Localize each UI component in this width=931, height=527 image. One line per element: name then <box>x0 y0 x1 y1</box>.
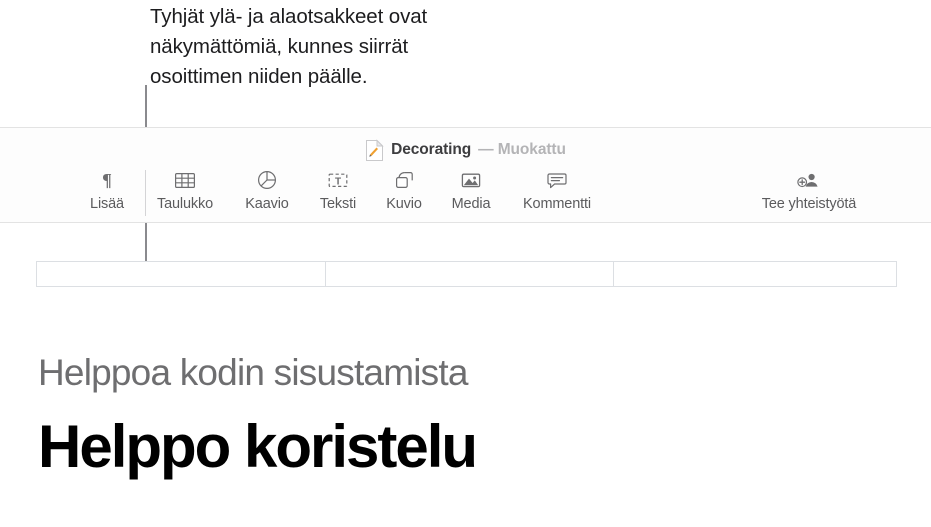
toolbar-label-kommentti: Kommentti <box>523 196 591 212</box>
toolbar-label-teksti: Teksti <box>319 196 357 212</box>
toolbar-button-row: ¶ Lisää Taulukko Kaavio T Teksti Kuvio M… <box>0 166 931 222</box>
add-person-icon <box>796 166 822 194</box>
toolbar-label-kaavio: Kaavio <box>245 196 289 212</box>
header-field-center[interactable] <box>325 262 613 286</box>
window-titlebar: Decorating — Muokattu <box>0 137 931 163</box>
callout-line-2: näkymättömiä, kunnes siirrät <box>150 35 409 58</box>
toolbar-label-tee-yhteistyota: Tee yhteistyötä <box>761 196 857 212</box>
document-status: — Muokattu <box>478 141 566 158</box>
document-header-fields <box>36 261 897 287</box>
document-heading[interactable]: Helppo koristelu <box>38 412 478 481</box>
toolbar-button-tee-yhteistyota[interactable]: Tee yhteistyötä <box>729 166 889 222</box>
toolbar-label-taulukko: Taulukko <box>156 196 214 212</box>
media-photo-icon <box>459 166 483 194</box>
toolbar-button-media[interactable]: Media <box>428 166 514 222</box>
text-box-icon: T <box>326 166 350 194</box>
header-field-right[interactable] <box>613 262 896 286</box>
svg-text:T: T <box>335 176 341 187</box>
app-toolbar: Decorating — Muokattu ¶ Lisää Taulukko K… <box>0 127 931 223</box>
document-title: Decorating <box>391 141 472 158</box>
callout-annotation-text: Tyhjät ylä- ja alaotsakkeet ovat näkymät… <box>150 2 590 92</box>
table-icon <box>173 166 197 194</box>
toolbar-label-kuvio: Kuvio <box>386 196 422 212</box>
svg-text:¶: ¶ <box>102 170 112 190</box>
toolbar-button-taulukko[interactable]: Taulukko <box>142 166 228 222</box>
header-field-left[interactable] <box>37 262 325 286</box>
pages-document-icon <box>365 138 384 162</box>
callout-line-3: osoittimen niiden päälle. <box>150 65 368 88</box>
toolbar-label-lisaa: Lisää <box>90 196 124 212</box>
comment-bubble-icon <box>545 166 569 194</box>
pilcrow-icon: ¶ <box>96 166 118 194</box>
toolbar-label-media: Media <box>451 196 491 212</box>
pie-chart-icon <box>255 166 279 194</box>
toolbar-button-kommentti[interactable]: Kommentti <box>514 166 600 222</box>
document-subtitle[interactable]: Helppoa kodin sisustamista <box>38 352 468 394</box>
callout-line-1: Tyhjät ylä- ja alaotsakkeet ovat <box>150 5 428 28</box>
toolbar-button-lisaa[interactable]: ¶ Lisää <box>64 166 150 222</box>
shapes-icon <box>392 166 416 194</box>
